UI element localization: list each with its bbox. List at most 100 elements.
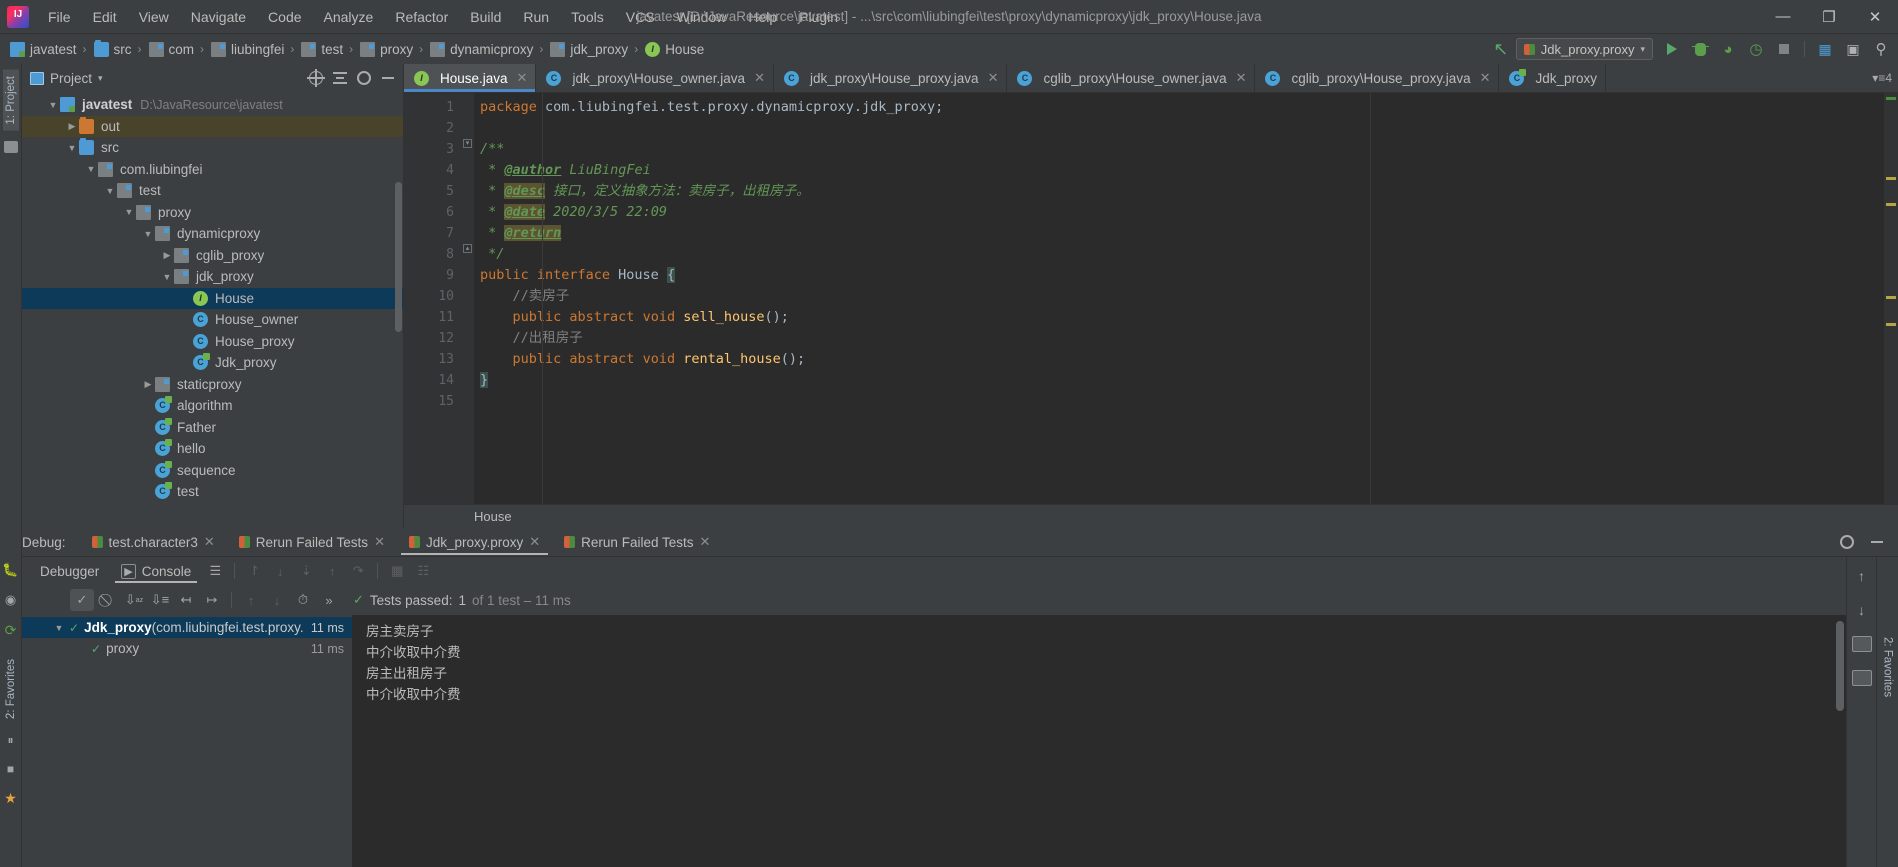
collapse-all-icon[interactable] [329, 67, 351, 89]
settings-icon[interactable] [353, 67, 375, 89]
breadcrumb-item-com[interactable]: com › [145, 40, 208, 59]
run-button[interactable] [1659, 37, 1685, 61]
editor-tab-jdk_proxy[interactable]: C Jdk_proxy [1499, 64, 1607, 92]
tree-item-father[interactable]: ▶CFather [22, 417, 403, 439]
close-icon[interactable]: ✕ [1236, 70, 1247, 86]
chevron-down-icon[interactable]: ▼ [65, 143, 79, 153]
rerun-icon[interactable]: ⟳ [5, 622, 17, 639]
collapse-all-icon[interactable]: ↦ [200, 589, 224, 611]
debug-tab-test-character3-0[interactable]: test.character3 ✕ [80, 528, 227, 557]
menu-item-edit[interactable]: Edit [82, 5, 128, 29]
tree-item-javatest[interactable]: ▼ javatest D:\JavaResource\javatest [22, 94, 403, 116]
main-menu[interactable]: File Edit View Navigate Code Analyze Refactor B… [37, 5, 849, 29]
close-icon[interactable]: ✕ [1480, 70, 1491, 86]
tree-item-jdk_proxy[interactable]: ▼ jdk_proxy [22, 266, 403, 288]
minimize-button[interactable]: — [1760, 0, 1806, 34]
tree-scrollbar[interactable] [395, 182, 402, 332]
editor-tab-cglib_proxy-house_owner-java[interactable]: Ccglib_proxy\House_owner.java ✕ [1007, 64, 1256, 92]
close-icon[interactable]: ✕ [529, 534, 540, 550]
breadcrumb[interactable]: javatest › src › com › liubingfei › test › proxy › d… [6, 39, 707, 59]
menu-item-navigate[interactable]: Navigate [180, 5, 257, 29]
project-structure-icon[interactable]: ▦ [1812, 37, 1838, 61]
layout-icon[interactable]: ☰ [203, 560, 227, 582]
chevron-down-icon[interactable]: ▼ [160, 272, 174, 282]
tree-item-dynamicproxy[interactable]: ▼ dynamicproxy [22, 223, 403, 245]
tree-item-house_owner[interactable]: ▶CHouse_owner [22, 309, 403, 331]
test-tree-item-jdk_proxy[interactable]: ▼ ✓ Jdk_proxy (com.liubingfei.test.proxy. 1… [22, 617, 352, 638]
expand-all-icon[interactable]: ↤ [174, 589, 198, 611]
close-icon[interactable]: ✕ [374, 534, 385, 550]
scroll-up-icon[interactable]: ↑ [1851, 565, 1873, 587]
breadcrumb-item-liubingfei[interactable]: liubingfei › [207, 40, 297, 59]
editor-marker-stripe[interactable] [1884, 93, 1898, 504]
maximize-button[interactable]: ❐ [1806, 0, 1852, 34]
stop-button[interactable] [1771, 37, 1797, 61]
search-everywhere-icon[interactable]: ⚲ [1868, 37, 1894, 61]
tree-item-staticproxy[interactable]: ▶ staticproxy [22, 374, 403, 396]
project-panel-title-group[interactable]: Project ▾ [30, 71, 103, 86]
chevron-right-icon[interactable]: ▶ [141, 379, 155, 390]
close-button[interactable]: ✕ [1852, 0, 1898, 34]
debug-tab-rerun-failed-tests-3[interactable]: Rerun Failed Tests ✕ [552, 528, 722, 557]
tab-debugger[interactable]: Debugger [30, 558, 109, 584]
run-configuration-selector[interactable]: Jdk_proxy.proxy ▾ [1515, 38, 1653, 60]
editor-tab-jdk_proxy-house_proxy-java[interactable]: Cjdk_proxy\House_proxy.java ✕ [774, 64, 1008, 92]
editor-tab-jdk_proxy-house_owner-java[interactable]: Cjdk_proxy\House_owner.java ✕ [536, 64, 774, 92]
tree-item-src[interactable]: ▼ src [22, 137, 403, 159]
hide-icon[interactable] [377, 67, 399, 89]
run-coverage-button[interactable]: ◕ [1715, 37, 1741, 61]
chevron-down-icon[interactable]: ▼ [84, 164, 98, 174]
hide-icon[interactable] [1866, 531, 1888, 553]
chevron-down-icon[interactable]: ▼ [141, 229, 155, 239]
close-icon[interactable]: ✕ [699, 534, 710, 550]
evaluate-expression-icon[interactable]: ▦ [385, 560, 409, 582]
menu-item-refactor[interactable]: Refactor [384, 5, 459, 29]
breadcrumb-item-src[interactable]: src › [90, 39, 145, 59]
tree-item-jdk_proxy[interactable]: ▶CJdk_proxy [22, 352, 403, 374]
sidebar-item-favorites[interactable]: 2: Favorites [5, 659, 17, 719]
debug-button[interactable] [1687, 37, 1713, 61]
code-editor[interactable]: 1 2 3 4 5 6 7 8 9 10 11 12 13 14 15 ▾ ▴ package com.li… [404, 93, 1898, 504]
chevron-down-icon[interactable]: ▼ [52, 623, 66, 633]
tree-item-house[interactable]: ▶IHouse [22, 287, 403, 309]
stop-icon[interactable]: ■ [7, 762, 14, 776]
breadcrumb-item-test[interactable]: test › [297, 40, 356, 59]
prev-failed-icon[interactable]: ↑ [239, 589, 263, 611]
print-icon[interactable] [1851, 667, 1873, 689]
menu-item-window[interactable]: Window [666, 5, 738, 29]
sidebar-item-favorites[interactable]: 2: Favorites [1882, 637, 1894, 697]
step-over-icon[interactable]: ↾ [242, 560, 266, 582]
editor-tab-cglib_proxy-house_proxy-java[interactable]: Ccglib_proxy\House_proxy.java ✕ [1255, 64, 1500, 92]
toolbar-overflow-icon[interactable]: » [317, 589, 341, 611]
breadcrumb-item-proxy[interactable]: proxy › [356, 40, 426, 59]
menu-item-build[interactable]: Build [459, 5, 512, 29]
close-icon[interactable]: ✕ [988, 70, 999, 86]
test-tree-item-proxy[interactable]: ▶✓proxy11 ms [22, 638, 352, 659]
settings-icon[interactable] [1836, 531, 1858, 553]
menu-item-vcs[interactable]: VCS [615, 5, 666, 29]
pause-icon[interactable]: ⏸ [7, 733, 13, 748]
soft-wrap-icon[interactable] [1851, 633, 1873, 655]
tree-item-house_proxy[interactable]: ▶CHouse_proxy [22, 331, 403, 353]
tab-console[interactable]: ▶ Console [111, 558, 201, 584]
editor-tab-overflow[interactable]: ▾≡4 [1872, 64, 1898, 92]
chevron-right-icon[interactable]: ▶ [65, 121, 79, 132]
menu-item-view[interactable]: View [128, 5, 180, 29]
chevron-down-icon[interactable]: ▼ [122, 207, 136, 217]
scroll-down-icon[interactable]: ↓ [1851, 599, 1873, 621]
menu-item-help[interactable]: Help [737, 5, 788, 29]
chevron-right-icon[interactable]: ▶ [160, 250, 174, 261]
tree-item-algorithm[interactable]: ▶Calgorithm [22, 395, 403, 417]
tree-item-sequence[interactable]: ▶Csequence [22, 460, 403, 482]
close-icon[interactable]: ✕ [517, 70, 528, 86]
step-out-icon[interactable]: ↑ [320, 560, 344, 582]
hide-ignored-icon[interactable]: ⃠ [96, 589, 120, 611]
star-icon[interactable]: ★ [4, 790, 17, 807]
menu-item-run[interactable]: Run [512, 5, 560, 29]
fold-start-icon[interactable]: ▾ [463, 139, 472, 148]
force-step-into-icon[interactable]: ⇣ [294, 560, 318, 582]
tree-item-test[interactable]: ▼ test [22, 180, 403, 202]
debug-bug-icon[interactable]: 🐛 [2, 562, 18, 578]
tree-item-test[interactable]: ▶Ctest [22, 481, 403, 503]
sidebar-item-project[interactable]: 1: Project [2, 70, 19, 131]
